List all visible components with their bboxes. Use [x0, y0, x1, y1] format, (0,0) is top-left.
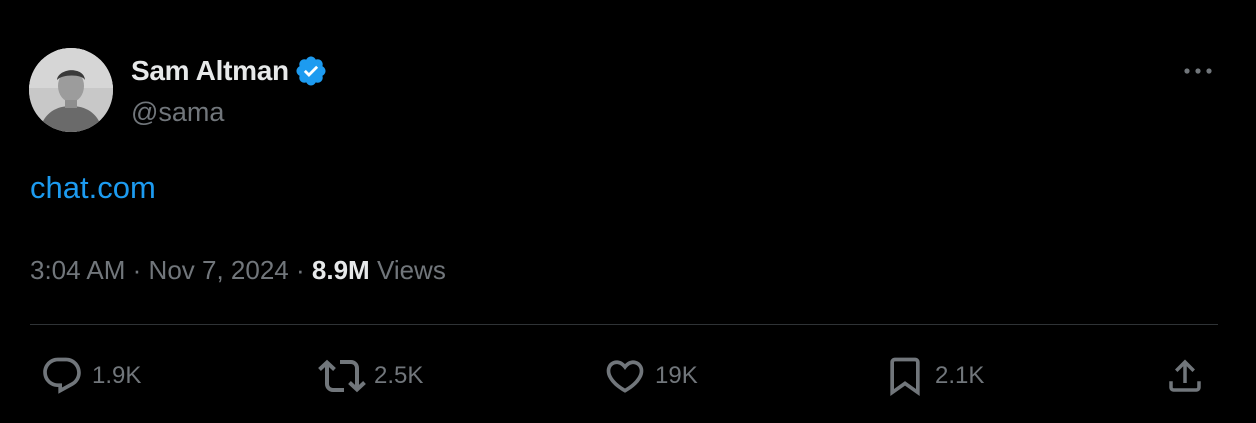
- avatar[interactable]: [29, 48, 113, 132]
- like-button[interactable]: 19K: [603, 354, 698, 398]
- reply-icon: [43, 357, 81, 394]
- author-name-row: Sam Altman: [131, 53, 328, 89]
- heart-icon: [606, 360, 644, 393]
- tweet-card: Sam Altman @sama chat.com 3:04 AM · Nov …: [0, 0, 1256, 423]
- repost-icon: [318, 359, 366, 393]
- reply-count: 1.9K: [92, 362, 142, 389]
- avatar-photo: [29, 48, 113, 132]
- tweet-date[interactable]: Nov 7, 2024: [149, 255, 289, 285]
- meta-separator: ·: [296, 255, 305, 285]
- repost-button[interactable]: 2.5K: [318, 354, 423, 398]
- tweet-link[interactable]: chat.com: [30, 168, 156, 208]
- views-count: 8.9M: [311, 255, 370, 285]
- views-label: Views: [376, 255, 446, 285]
- meta-separator: ·: [132, 255, 142, 285]
- author-display-name[interactable]: Sam Altman: [131, 53, 289, 89]
- bookmark-icon: [890, 357, 920, 397]
- author-handle[interactable]: @sama: [131, 95, 224, 129]
- more-options-button[interactable]: [1178, 56, 1218, 86]
- share-button[interactable]: [1164, 354, 1206, 398]
- tweet-meta: 3:04 AM · Nov 7, 2024 · 8.9M Views: [30, 252, 446, 288]
- divider: [30, 324, 1218, 325]
- reply-button[interactable]: 1.9K: [40, 354, 141, 398]
- tweet-time[interactable]: 3:04 AM: [30, 255, 125, 285]
- share-icon: [1169, 359, 1201, 392]
- bookmark-count: 2.1K: [935, 362, 985, 389]
- repost-count: 2.5K: [374, 362, 424, 389]
- like-count: 19K: [655, 362, 698, 389]
- bookmark-button[interactable]: 2.1K: [883, 354, 984, 398]
- more-horizontal-icon: [1184, 68, 1212, 74]
- verified-badge-icon[interactable]: [294, 54, 328, 88]
